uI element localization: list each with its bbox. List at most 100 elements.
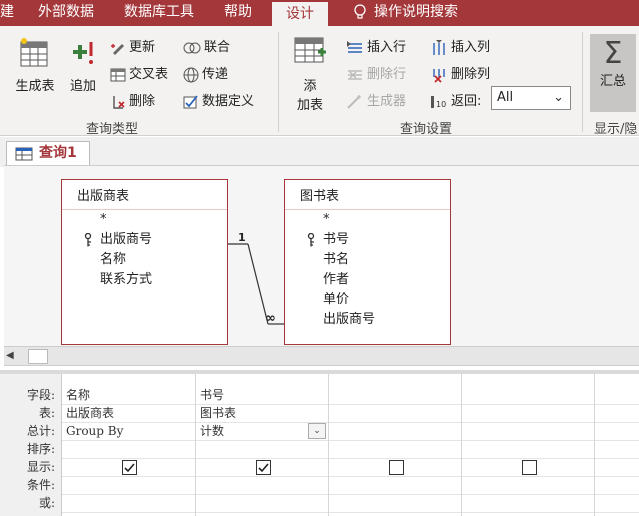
grid-column[interactable]: 名称 出版商表 Group By — [62, 374, 196, 516]
return-icon: 10 — [431, 95, 446, 109]
scroll-left-icon[interactable]: ◀ — [6, 349, 22, 363]
field-item[interactable]: 联系方式 — [62, 270, 227, 290]
ribbon-tab-bar: 建 外部数据 数据库工具 帮助 设计 操作说明搜索 — [0, 0, 639, 30]
delete-column-button[interactable]: 删除列 — [430, 63, 490, 83]
insert-column-button[interactable]: 插入列 — [430, 36, 490, 56]
query-setup-group-label: 查询设置 — [400, 122, 453, 137]
tab-create[interactable]: 建 — [0, 0, 14, 26]
totals-button[interactable]: Σ 汇总 — [590, 34, 636, 112]
union-icon — [183, 42, 201, 53]
tab-help[interactable]: 帮助 — [224, 0, 252, 26]
totals-label: 汇总 — [599, 74, 626, 89]
crosstab-button[interactable]: 交叉表 — [110, 63, 168, 83]
make-table-button[interactable]: 生成表 — [12, 36, 58, 94]
add-table-icon — [294, 37, 326, 63]
delete-row-button[interactable]: 删除行 — [346, 63, 406, 83]
data-definition-icon — [183, 94, 198, 108]
many-side-label: ∞ — [265, 311, 276, 326]
grid-cell-field[interactable]: 书号 — [200, 386, 224, 404]
row-label-total: 总计: — [26, 424, 55, 438]
grid-cell-field[interactable]: 名称 — [66, 386, 90, 404]
field-item[interactable]: 名称 — [62, 250, 227, 270]
data-definition-label: 数据定义 — [202, 94, 255, 109]
crosstab-icon — [110, 68, 126, 81]
delete-column-label: 删除列 — [451, 67, 491, 82]
union-button[interactable]: 联合 — [183, 36, 230, 56]
row-label-show: 显示: — [26, 460, 55, 474]
update-label: 更新 — [129, 40, 156, 55]
append-button[interactable]: 追加 — [66, 36, 100, 94]
row-label-criteria: 条件: — [26, 478, 55, 492]
grid-column[interactable] — [462, 374, 595, 516]
field-label: 书号 — [323, 232, 350, 247]
field-item[interactable]: 出版商号 — [285, 310, 450, 330]
field-item-key[interactable]: 书号 — [285, 230, 450, 250]
make-table-label: 生成表 — [15, 79, 55, 94]
show-checkbox[interactable] — [122, 460, 137, 475]
grid-cell-table[interactable]: 图书表 — [200, 404, 236, 422]
sigma-icon: Σ — [603, 36, 623, 71]
builder-button[interactable]: 生成器 — [346, 90, 406, 110]
insert-column-label: 插入列 — [451, 40, 491, 55]
field-item[interactable]: 书名 — [285, 250, 450, 270]
field-item[interactable]: * — [62, 210, 227, 230]
table-books[interactable]: 图书表 * 书号 书名 作者 单价 出版商号 — [284, 179, 451, 345]
pass-through-label: 传递 — [202, 67, 229, 82]
ribbon-panel: 生成表 追加 更新 交叉表 删除 联合 传递 数据定义 查询类型 添 加表 插入… — [0, 26, 639, 137]
relationship-line[interactable]: 1 ∞ — [228, 226, 288, 336]
union-label: 联合 — [204, 40, 231, 55]
query-tab-label: 查询1 — [39, 145, 77, 161]
field-item[interactable]: 作者 — [285, 270, 450, 290]
horizontal-scrollbar[interactable]: ◀ — [4, 346, 639, 366]
delete-row-label: 删除行 — [367, 67, 407, 82]
chevron-down-icon[interactable]: ⌄ — [308, 423, 326, 439]
pass-through-button[interactable]: 传递 — [183, 63, 228, 83]
svg-text:10: 10 — [436, 100, 446, 109]
insert-column-icon — [433, 39, 445, 55]
append-icon — [73, 42, 93, 64]
show-checkbox[interactable] — [389, 460, 404, 475]
add-table-button[interactable]: 添 加表 — [290, 34, 330, 113]
table-title[interactable]: 图书表 — [285, 180, 450, 210]
one-side-label: 1 — [238, 231, 246, 244]
builder-label: 生成器 — [367, 94, 407, 109]
show-checkbox[interactable] — [256, 460, 271, 475]
table-title[interactable]: 出版商表 — [62, 180, 227, 210]
insert-row-button[interactable]: 插入行 — [346, 36, 406, 56]
update-button[interactable]: 更新 — [110, 36, 155, 56]
add-table-label-1: 添 — [303, 79, 317, 94]
field-item-key[interactable]: 出版商号 — [62, 230, 227, 250]
delete-query-label: 删除 — [129, 94, 156, 109]
tab-database-tools[interactable]: 数据库工具 — [124, 0, 194, 26]
delete-query-button[interactable]: 删除 — [110, 90, 155, 110]
table-publisher[interactable]: 出版商表 * 出版商号 名称 联系方式 — [61, 179, 228, 345]
builder-wand-icon — [347, 94, 361, 109]
delete-row-icon — [348, 69, 362, 80]
return-dropdown[interactable]: All ⌄ — [491, 86, 571, 110]
tab-query1[interactable]: 查询1 — [6, 141, 90, 167]
grid-column[interactable] — [329, 374, 462, 516]
tab-external-data[interactable]: 外部数据 — [38, 0, 94, 26]
row-label-sort: 排序: — [26, 442, 55, 456]
show-hide-group-label: 显示/隐 — [594, 122, 638, 137]
insert-row-label: 插入行 — [367, 40, 407, 55]
append-label: 追加 — [69, 79, 96, 94]
data-definition-button[interactable]: 数据定义 — [183, 90, 254, 110]
add-table-label-2: 加表 — [296, 98, 323, 113]
row-label-field: 字段: — [26, 388, 55, 402]
row-label-table: 表: — [38, 406, 55, 420]
grid-cell-total[interactable]: Group By — [66, 422, 123, 440]
grid-cell-total[interactable]: 计数 — [200, 422, 224, 440]
field-item[interactable]: * — [285, 210, 450, 230]
grid-column[interactable]: 书号 图书表 计数 ⌄ — [196, 374, 329, 516]
return-label: 10 返回: — [430, 90, 481, 110]
tell-me-search[interactable]: 操作说明搜索 — [354, 0, 458, 26]
make-table-icon — [20, 38, 48, 67]
field-item[interactable]: 单价 — [285, 290, 450, 310]
show-checkbox[interactable] — [522, 460, 537, 475]
lightbulb-icon — [354, 4, 366, 19]
scroll-thumb[interactable] — [28, 349, 48, 364]
grid-cell-table[interactable]: 出版商表 — [66, 404, 114, 422]
query-type-group-label: 查询类型 — [86, 122, 139, 137]
chevron-down-icon: ⌄ — [553, 90, 564, 105]
